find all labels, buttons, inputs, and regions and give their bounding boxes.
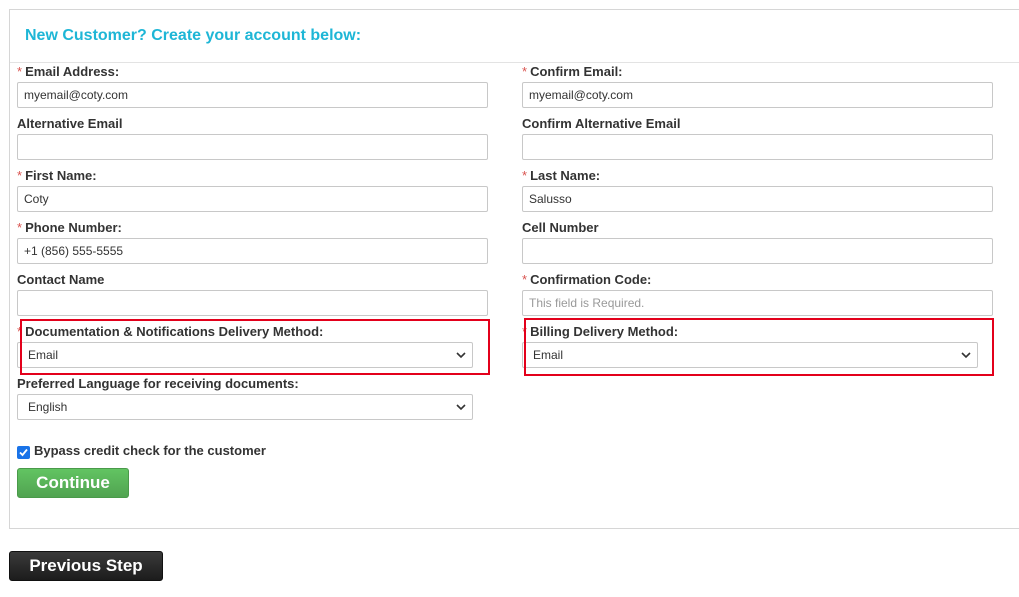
confirm-alt-email-input[interactable] xyxy=(522,134,993,160)
billing-delivery-highlight xyxy=(524,318,994,376)
cell-input[interactable] xyxy=(522,238,993,264)
chevron-down-icon xyxy=(456,404,466,411)
confirmation-code-field-group: * Confirmation Code: This field is Requir… xyxy=(522,270,993,320)
alt-email-input[interactable] xyxy=(17,134,488,160)
confirm-email-field-group: * Confirm Email: myemail@coty.com xyxy=(522,62,993,112)
last-name-field-group: * Last Name: Salusso xyxy=(522,166,993,216)
alt-email-field-group: Alternative Email xyxy=(17,114,488,164)
alt-email-label: Alternative Email xyxy=(17,116,123,131)
contact-name-input[interactable] xyxy=(17,290,488,316)
last-name-input[interactable]: Salusso xyxy=(522,186,993,212)
last-name-label: Last Name: xyxy=(530,168,601,183)
confirm-alt-email-label: Confirm Alternative Email xyxy=(522,116,681,131)
checkmark-icon xyxy=(19,448,28,456)
first-name-label: First Name: xyxy=(25,168,97,183)
email-field-group: * Email Address: myemail@coty.com xyxy=(17,62,488,112)
phone-input[interactable]: +1 (856) 555-5555 xyxy=(17,238,488,264)
email-label: Email Address: xyxy=(25,64,120,79)
required-marker: * xyxy=(522,272,528,287)
first-name-field-group: * First Name: Coty xyxy=(17,166,488,216)
bypass-credit-check-label: Bypass credit check for the customer xyxy=(34,442,266,458)
contact-name-field-group: Contact Name xyxy=(17,270,488,320)
required-marker: * xyxy=(17,220,23,235)
confirmation-code-label: Confirmation Code: xyxy=(530,272,652,287)
continue-button[interactable]: Continue xyxy=(17,468,129,498)
panel-header: New Customer? Create your account below: xyxy=(10,10,1019,63)
doc-delivery-highlight xyxy=(20,319,490,375)
form-title: New Customer? Create your account below: xyxy=(25,27,362,44)
language-field-group: Preferred Language for receiving documen… xyxy=(17,374,488,424)
language-label: Preferred Language for receiving documen… xyxy=(17,376,299,391)
contact-name-label: Contact Name xyxy=(17,272,105,287)
cell-field-group: Cell Number xyxy=(522,218,993,268)
confirm-alt-email-field-group: Confirm Alternative Email xyxy=(522,114,993,164)
required-marker: * xyxy=(17,168,23,183)
first-name-input[interactable]: Coty xyxy=(17,186,488,212)
cell-label: Cell Number xyxy=(522,220,599,235)
phone-field-group: * Phone Number: +1 (856) 555-5555 xyxy=(17,218,488,268)
language-value: English xyxy=(28,400,68,414)
required-marker: * xyxy=(17,64,23,79)
confirm-email-label: Confirm Email: xyxy=(530,64,623,79)
confirm-email-input[interactable]: myemail@coty.com xyxy=(522,82,993,108)
bypass-credit-check-checkbox[interactable] xyxy=(17,445,30,459)
phone-label: Phone Number: xyxy=(25,220,122,235)
confirmation-code-input[interactable]: This field is Required. xyxy=(522,290,993,316)
required-marker: * xyxy=(522,64,528,79)
bypass-credit-check-row: Bypass credit check for the customer xyxy=(17,440,266,460)
previous-step-button[interactable]: Previous Step xyxy=(9,551,163,581)
email-input[interactable]: myemail@coty.com xyxy=(17,82,488,108)
language-select[interactable]: English xyxy=(17,394,473,420)
required-marker: * xyxy=(522,168,528,183)
